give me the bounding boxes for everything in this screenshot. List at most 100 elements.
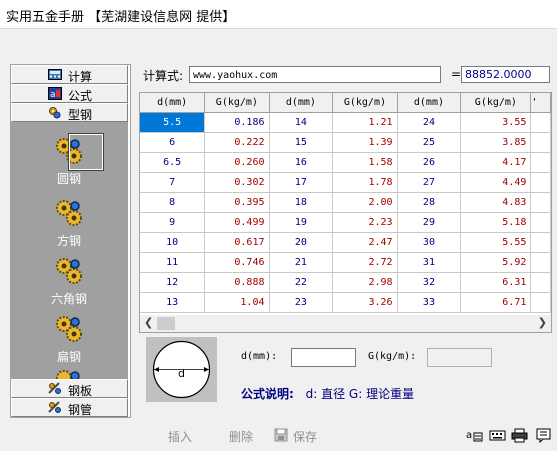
table-cell-overflow <box>530 272 551 293</box>
table-cell[interactable]: 25 <box>397 132 462 153</box>
table-cell[interactable]: 28 <box>397 192 462 213</box>
table-cell[interactable]: 0.260 <box>204 152 270 173</box>
subitem-more[interactable] <box>36 368 102 379</box>
table-cell[interactable]: 0.186 <box>204 112 270 133</box>
nav-section-steel-button[interactable]: 型钢 <box>11 103 128 122</box>
table-cell[interactable]: 29 <box>397 212 462 233</box>
scrollbar-thumb[interactable] <box>157 317 175 330</box>
table-cell[interactable]: 3.55 <box>460 112 532 133</box>
data-grid[interactable]: d(mm) G(kg/m) d(mm) G(kg/m) d(mm) G(kg/m… <box>139 92 552 333</box>
table-cell[interactable]: 2.00 <box>332 192 398 213</box>
column-header[interactable]: d(mm) <box>140 93 206 113</box>
nav-calculate-button[interactable]: 计算 <box>11 65 128 84</box>
save-button[interactable]: 保存 <box>293 428 317 445</box>
table-row: 13 1.04 23 3.26 33 6.71 <box>140 292 551 313</box>
diameter-input[interactable] <box>291 348 356 367</box>
table-cell[interactable]: 2.47 <box>332 232 398 253</box>
table-cell[interactable]: 27 <box>397 172 462 193</box>
subcategory-area: 圆钢 方钢 六角钢 扁钢 ▼ <box>11 122 128 417</box>
keyboard-icon[interactable] <box>489 428 506 443</box>
table-cell[interactable]: 14 <box>269 112 334 133</box>
table-cell[interactable]: 21 <box>269 252 334 273</box>
table-cell[interactable]: 1.21 <box>332 112 398 133</box>
table-cell[interactable]: 6.71 <box>460 292 532 313</box>
scroll-left-icon[interactable]: ❮ <box>144 316 153 329</box>
column-header[interactable]: G(kg/m) <box>460 93 532 113</box>
column-header[interactable]: d(mm) <box>397 93 462 113</box>
nav-steel-plate-button[interactable]: 钢板 <box>11 379 128 398</box>
column-header[interactable]: G(kg/m) <box>204 93 270 113</box>
table-cell[interactable]: 23 <box>269 292 334 313</box>
table-cell[interactable]: 24 <box>397 112 462 133</box>
table-cell[interactable]: 10 <box>140 232 206 253</box>
table-cell[interactable]: 22 <box>269 272 334 293</box>
subitem-flat-steel[interactable]: 扁钢 <box>36 314 102 365</box>
table-cell[interactable]: 2.98 <box>332 272 398 293</box>
table-cell[interactable]: 19 <box>269 212 334 233</box>
category-panel: 计算 a 公式 型钢 圆钢 方钢 六角钢 扁钢 ▼ 钢板 <box>10 64 131 418</box>
table-cell[interactable]: 17 <box>269 172 334 193</box>
table-cell[interactable]: 0.499 <box>204 212 270 233</box>
table-cell[interactable]: 18 <box>269 192 334 213</box>
help-chat-icon[interactable] <box>535 428 552 443</box>
svg-text:a: a <box>50 90 56 100</box>
table-cell[interactable]: 2.72 <box>332 252 398 273</box>
table-cell[interactable]: 1.58 <box>332 152 398 173</box>
table-cell[interactable]: 9 <box>140 212 206 233</box>
table-cell[interactable]: 5.18 <box>460 212 532 233</box>
table-cell[interactable]: 15 <box>269 132 334 153</box>
table-cell[interactable]: 0.888 <box>204 272 270 293</box>
table-cell[interactable]: 32 <box>397 272 462 293</box>
table-cell[interactable]: 16 <box>269 152 334 173</box>
table-cell[interactable]: 0.746 <box>204 252 270 273</box>
delete-button[interactable]: 删除 <box>229 428 253 445</box>
table-cell[interactable]: 12 <box>140 272 206 293</box>
table-cell[interactable]: 5.55 <box>460 232 532 253</box>
table-cell[interactable]: 30 <box>397 232 462 253</box>
table-cell[interactable]: 26 <box>397 152 462 173</box>
subitem-round-steel[interactable]: 圆钢 <box>36 133 104 187</box>
subitem-hexagon-steel[interactable]: 六角钢 <box>36 256 102 307</box>
table-cell[interactable]: 3.26 <box>332 292 398 313</box>
horizontal-scrollbar[interactable]: ❮ ❯ <box>140 315 551 332</box>
table-cell[interactable]: 6 <box>140 132 206 153</box>
subitem-flat-steel-label: 扁钢 <box>56 350 81 364</box>
calc-expression-input[interactable]: www.yaohux.com <box>189 66 441 83</box>
table-cell[interactable]: 31 <box>397 252 462 273</box>
scroll-right-icon[interactable]: ❯ <box>538 316 547 329</box>
font-size-icon[interactable]: a <box>466 428 483 443</box>
nav-formula-button[interactable]: a 公式 <box>11 84 128 103</box>
table-cell[interactable]: 0.395 <box>204 192 270 213</box>
table-row: 10 0.617 20 2.47 30 5.55 <box>140 232 551 253</box>
table-cell[interactable]: 6.31 <box>460 272 532 293</box>
table-cell[interactable]: 2.23 <box>332 212 398 233</box>
table-cell[interactable]: 11 <box>140 252 206 273</box>
column-header[interactable]: d(mm) <box>269 93 334 113</box>
table-cell[interactable]: 0.302 <box>204 172 270 193</box>
table-cell[interactable]: 1.39 <box>332 132 398 153</box>
table-cell[interactable]: 7 <box>140 172 206 193</box>
table-cell[interactable]: 4.17 <box>460 152 532 173</box>
table-cell[interactable]: 13 <box>140 292 206 313</box>
table-cell[interactable]: 1.04 <box>204 292 270 313</box>
table-cell[interactable]: 5.92 <box>460 252 532 273</box>
table-cell[interactable]: 1.78 <box>332 172 398 193</box>
table-cell[interactable]: 4.49 <box>460 172 532 193</box>
table-cell[interactable]: 0.617 <box>204 232 270 253</box>
subitem-square-steel[interactable]: 方钢 <box>36 198 102 249</box>
insert-button[interactable]: 插入 <box>168 428 192 445</box>
table-cell[interactable]: 8 <box>140 192 206 213</box>
table-cell[interactable]: 20 <box>269 232 334 253</box>
table-cell[interactable]: 3.85 <box>460 132 532 153</box>
table-cell[interactable]: 0.222 <box>204 132 270 153</box>
table-cell[interactable]: 4.83 <box>460 192 532 213</box>
table-cell[interactable]: 5.5 <box>140 112 206 133</box>
print-icon[interactable] <box>511 428 528 443</box>
subitem-hexagon-steel-label: 六角钢 <box>50 292 87 306</box>
nav-steel-pipe-button[interactable]: 钢管 <box>11 398 128 417</box>
table-cell[interactable]: 33 <box>397 292 462 313</box>
nav-calculate-label: 计算 <box>68 70 93 84</box>
table-cell[interactable]: 6.5 <box>140 152 206 173</box>
column-header[interactable]: G(kg/m) <box>332 93 398 113</box>
calculator-icon <box>48 69 62 80</box>
